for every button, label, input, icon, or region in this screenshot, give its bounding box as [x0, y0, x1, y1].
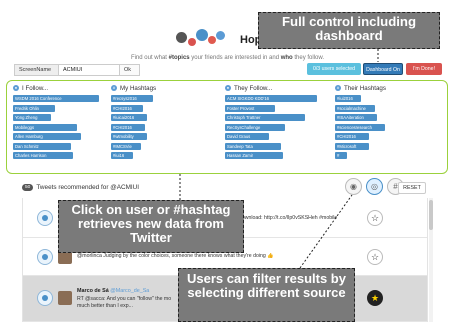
user-item[interactable]: Yong Zheng — [13, 114, 51, 121]
hashtag-item[interactable]: #CHI2016 — [335, 133, 369, 140]
logo-dot-icon — [188, 38, 196, 46]
user-item[interactable]: David Graus — [225, 133, 269, 140]
done-button[interactable]: I'm Done! — [406, 63, 442, 75]
star-icon[interactable]: ★ — [367, 290, 383, 306]
tweet-count-badge: 50 — [22, 184, 34, 191]
hashtag-item[interactable]: #socialmachine — [335, 104, 375, 112]
tweets-header: 50 Tweets recommended for @ACMIUI — [22, 184, 139, 191]
user-item[interactable]: Charles Harrison — [13, 152, 73, 159]
source-indicator-icon — [37, 290, 53, 306]
hashtag-item[interactable]: #iui2016 — [335, 95, 361, 102]
user-item[interactable]: Dan Schmitz — [13, 142, 71, 150]
hashtag-item[interactable]: #iuicai2016 — [111, 114, 147, 121]
user-item[interactable]: RecSysChallenge — [225, 123, 285, 131]
user-item[interactable]: Christoph Trattner — [225, 114, 305, 121]
column-their-hashtags: # Their Hashtags #iui2016 #socialmachine… — [329, 81, 433, 162]
tweets-header-label: Tweets recommended for @ACMIUI — [36, 184, 140, 191]
user-item[interactable]: Sandeep Tata — [225, 142, 281, 150]
column-they-follow: ● They Follow... ACM SIGKDD KDD'16 Foste… — [219, 81, 323, 162]
tweet-text: much better than I exp... — [77, 303, 133, 309]
avatar — [58, 291, 72, 305]
reset-button[interactable]: RESET — [398, 182, 426, 194]
tweet-text: @morlinca Judging by the color choices, … — [77, 253, 274, 259]
hashtag-item[interactable]: #Microsoft — [335, 142, 369, 150]
star-icon[interactable]: ☆ — [367, 249, 383, 265]
user-item[interactable]: Mobileggs — [13, 123, 77, 131]
screen-name-label: ScreenName — [14, 64, 58, 76]
column-header: ● They Follow... — [225, 84, 273, 92]
logo-dot-icon — [208, 36, 216, 44]
screen-name-form: ScreenName ACMIUI Ok — [14, 64, 140, 76]
tagline: Find out what #topics your friends are i… — [130, 55, 325, 61]
column-header: ● I Follow... — [13, 84, 49, 92]
user-icon: ● — [13, 85, 19, 91]
hashtag-item[interactable]: #ISAAiteration — [335, 114, 377, 121]
user-item[interactable]: Foster Provost — [225, 104, 275, 112]
dashboard-button[interactable]: Dashboard On — [363, 63, 403, 75]
column-header: # My Hashtags — [111, 84, 157, 92]
hashtag-item[interactable]: #recsys2016 — [111, 95, 153, 102]
ok-button[interactable]: Ok — [120, 64, 140, 76]
callout-click-user: Click on user or #hashtag retrieves new … — [58, 200, 244, 253]
mixed-source-icon[interactable]: ◎ — [366, 178, 383, 195]
tweet-text: vide download: http://t.co/lIp0vSKSHeh #… — [228, 215, 338, 221]
hashtag-icon: # — [111, 85, 117, 91]
hashtag-item[interactable]: #CHI2016 — [111, 104, 143, 112]
user-item[interactable]: Allen Hamburg — [13, 133, 81, 140]
person-source-icon[interactable]: ◉ — [345, 178, 362, 195]
hashtag-item[interactable]: #sciencesresearch — [335, 123, 385, 131]
user-item[interactable]: ACM SIGKDD KDD'16 — [225, 95, 317, 102]
scrollbar-thumb[interactable] — [429, 200, 433, 230]
source-indicator-icon — [37, 210, 53, 226]
column-header: # Their Hashtags — [335, 84, 386, 92]
users-selected-button[interactable]: 0/3 users selected — [307, 63, 361, 75]
screen-name-input[interactable]: ACMIUI — [58, 64, 120, 76]
hashtag-item[interactable]: #IMCSVie — [111, 142, 141, 150]
follow-hashtag-panel: ● I Follow... WSDM 2016 Conference Fredr… — [6, 80, 448, 174]
tweet-author: Marco de Sá @Marco_de_Sa — [77, 288, 150, 294]
hashtag-icon: # — [335, 85, 341, 91]
user-item[interactable]: WSDM 2016 Conference — [13, 95, 99, 102]
source-filters: ◉ ◎ # — [345, 178, 404, 195]
hashtag-item[interactable]: # — [335, 152, 347, 159]
tweet-list-scrollbar[interactable] — [429, 198, 433, 322]
column-i-follow: ● I Follow... WSDM 2016 Conference Fredr… — [7, 81, 111, 162]
logo-dot-icon — [216, 31, 225, 40]
user-icon: ● — [225, 85, 231, 91]
callout-full-control: Full control including dashboard — [258, 12, 440, 49]
user-item[interactable]: Hassan Zamir — [225, 152, 283, 159]
column-my-hashtags: # My Hashtags #recsys2016 #CHI2016 #iuic… — [105, 81, 209, 162]
logo-dot-icon — [196, 29, 208, 41]
hashtag-item[interactable]: #wtmobility — [111, 133, 147, 140]
user-item[interactable]: Fredrik Ohlin — [13, 104, 55, 112]
source-indicator-icon — [37, 249, 53, 265]
callout-filter: Users can filter results by selecting di… — [178, 268, 355, 322]
hashtag-item[interactable]: #iui16 — [111, 152, 133, 159]
star-icon[interactable]: ☆ — [367, 210, 383, 226]
hashtag-item[interactable]: #CHI2016 — [111, 123, 145, 131]
logo-dot-icon — [176, 32, 187, 43]
tweet-text: RT @sacca: And you can "follow" the mo — [77, 296, 172, 302]
